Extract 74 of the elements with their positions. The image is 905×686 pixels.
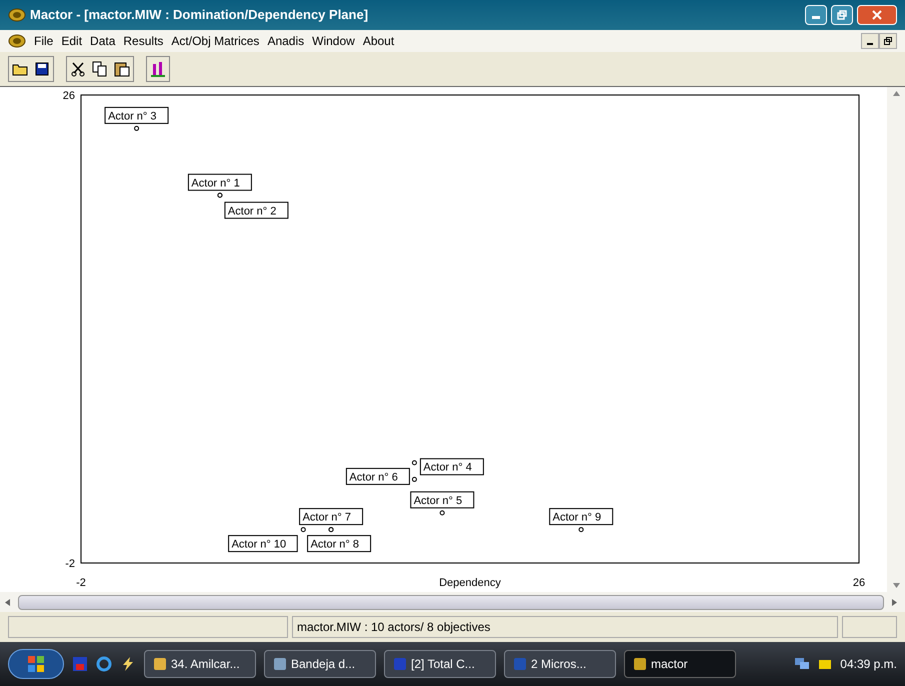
status-panel	[842, 616, 897, 638]
point-label: Actor n° 1	[188, 174, 252, 191]
menu-item[interactable]: File	[34, 32, 54, 50]
point-label: Actor n° 6	[346, 468, 410, 485]
menu-item[interactable]: About	[362, 32, 394, 50]
status-text: mactor.MIW : 10 actors/ 8 objectives	[292, 616, 838, 638]
menu-item[interactable]: Results	[123, 32, 164, 50]
taskbar-button[interactable]: 34. Amilcar...	[144, 650, 256, 678]
menu-item[interactable]: Data	[90, 32, 116, 50]
data-point	[300, 527, 306, 532]
app-logo-icon	[8, 34, 26, 48]
point-label: Actor n° 2	[224, 202, 288, 219]
start-button[interactable]	[8, 649, 64, 679]
notification-icon[interactable]	[818, 658, 832, 670]
taskbar-button[interactable]: mactor	[624, 650, 736, 678]
data-point	[578, 527, 584, 532]
scroll-left-icon	[5, 598, 10, 606]
copy-icon	[92, 61, 108, 77]
clipboard-icon	[114, 61, 130, 77]
app-icon	[633, 657, 647, 671]
floppy-icon[interactable]	[72, 656, 88, 672]
point-label: Actor n° 9	[549, 508, 614, 526]
scroll-up-icon	[892, 91, 900, 96]
taskbar-button[interactable]: 2 Micros...	[504, 650, 616, 678]
network-icon[interactable]	[794, 657, 810, 671]
lightning-icon[interactable]	[120, 656, 136, 672]
data-point	[440, 510, 445, 516]
taskbar-button[interactable]: [2] Total C...	[384, 650, 496, 678]
y-tick-label: 26	[62, 90, 75, 102]
windows-logo-icon	[27, 655, 45, 673]
scroll-right-icon	[892, 598, 897, 606]
horizontal-scrollbar[interactable]	[0, 592, 905, 612]
point-label: Actor n° 4	[420, 458, 484, 476]
app-icon	[513, 657, 527, 671]
menu-item[interactable]: Window	[312, 32, 355, 50]
data-point	[412, 476, 417, 482]
menu-item[interactable]: Anadis	[267, 32, 304, 50]
vertical-scrollbar[interactable]	[887, 87, 905, 592]
app-icon	[393, 657, 407, 671]
app-icon	[273, 657, 287, 671]
point-label: Actor n° 10	[228, 535, 298, 552]
point-label: Actor n° 5	[410, 491, 474, 508]
restore-icon	[884, 37, 892, 45]
point-label: Actor n° 8	[307, 535, 372, 552]
data-point	[134, 126, 140, 131]
window-title: Mactor - [mactor.MIW : Domination/Dependency Plane]	[30, 6, 370, 24]
menu-item[interactable]: Edit	[61, 32, 82, 50]
y-tick-label: -2	[65, 558, 75, 570]
point-label: Actor n° 3	[104, 106, 169, 124]
scissors-icon	[70, 61, 86, 77]
child-minimize-button[interactable]	[861, 33, 879, 49]
browser-icon[interactable]	[96, 656, 112, 672]
child-restore-button[interactable]	[879, 33, 897, 49]
data-point	[412, 460, 417, 466]
x-axis-title: Dependency	[439, 577, 501, 589]
minimize-button[interactable]	[805, 5, 827, 25]
floppy-icon	[35, 62, 49, 76]
scroll-down-icon	[892, 583, 900, 588]
app-logo-icon	[8, 8, 26, 22]
restore-icon	[837, 10, 847, 20]
taskbar-button[interactable]: Bandeja d...	[264, 650, 376, 678]
x-tick-label: 26	[852, 577, 866, 589]
menu-item[interactable]: Act/Obj Matrices	[171, 32, 260, 50]
close-button[interactable]	[857, 5, 897, 25]
chart-button[interactable]	[146, 56, 170, 82]
x-tick-label: -2	[76, 577, 86, 589]
close-icon	[872, 10, 882, 20]
restore-button[interactable]	[831, 5, 853, 25]
app-icon	[153, 657, 167, 671]
point-label: Actor n° 7	[299, 508, 364, 526]
scroll-thumb[interactable]	[18, 594, 884, 610]
folder-icon	[12, 62, 28, 76]
clock: 04:39 p.m.	[840, 656, 897, 673]
bar-chart-icon	[150, 60, 166, 78]
